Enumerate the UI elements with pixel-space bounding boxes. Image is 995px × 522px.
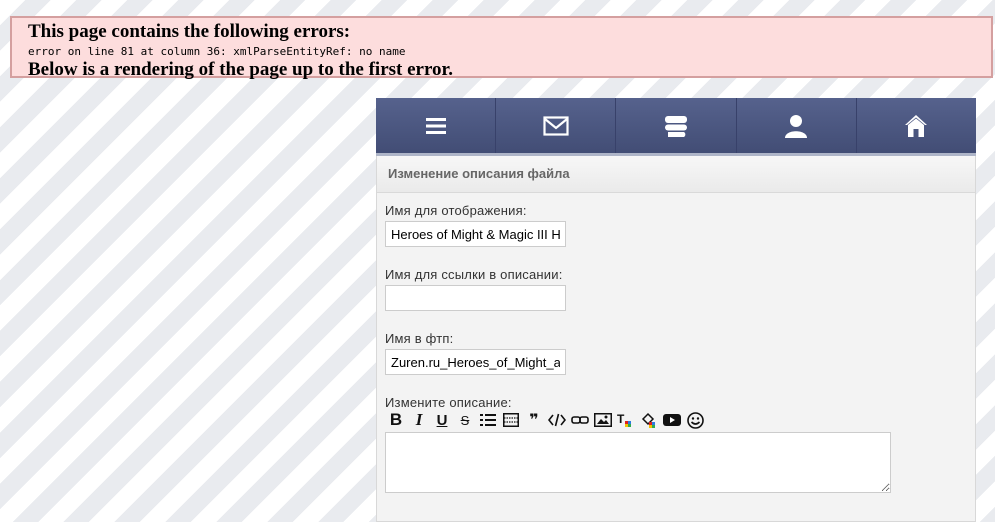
menu-icon bbox=[425, 117, 446, 134]
link-name-label: Имя для ссылки в описании: bbox=[385, 267, 563, 282]
chat-icon bbox=[665, 115, 687, 137]
top-navigation bbox=[376, 98, 976, 156]
panel-title: Изменение описания файла bbox=[377, 156, 975, 193]
code-icon[interactable] bbox=[547, 411, 567, 429]
mail-icon bbox=[543, 115, 569, 136]
user-icon bbox=[785, 114, 808, 138]
edit-description-panel: Изменение описания файла Имя для отображ… bbox=[376, 156, 976, 522]
nav-mail-button[interactable] bbox=[496, 98, 617, 153]
home-icon bbox=[905, 114, 928, 137]
smiley-icon[interactable] bbox=[685, 411, 705, 429]
link-icon[interactable] bbox=[570, 411, 590, 429]
background-color-icon[interactable] bbox=[639, 411, 659, 429]
ftp-name-input[interactable] bbox=[385, 349, 566, 375]
list-icon[interactable] bbox=[478, 411, 498, 429]
display-name-label: Имя для отображения: bbox=[385, 203, 527, 218]
strikethrough-icon[interactable]: S bbox=[455, 411, 475, 429]
svg-text:T: T bbox=[617, 412, 625, 426]
edit-form: Имя для отображения: Имя для ссылки в оп… bbox=[377, 193, 975, 503]
video-icon[interactable] bbox=[662, 411, 682, 429]
table-icon[interactable] bbox=[501, 411, 521, 429]
display-name-input[interactable] bbox=[385, 221, 566, 247]
description-textarea[interactable] bbox=[385, 432, 891, 493]
underline-icon[interactable]: U bbox=[432, 411, 452, 429]
nav-chat-button[interactable] bbox=[616, 98, 737, 153]
image-icon[interactable] bbox=[593, 411, 613, 429]
error-heading: This page contains the following errors: bbox=[28, 21, 351, 42]
app-container: Изменение описания файла Имя для отображ… bbox=[376, 98, 976, 522]
description-label: Измените описание: bbox=[385, 395, 512, 410]
nav-profile-button[interactable] bbox=[737, 98, 857, 153]
italic-icon[interactable]: I bbox=[409, 410, 429, 429]
bold-icon[interactable]: B bbox=[386, 410, 406, 429]
nav-home-button[interactable] bbox=[857, 98, 976, 153]
text-color-icon[interactable]: T bbox=[616, 411, 636, 429]
quote-icon[interactable]: ❞ bbox=[524, 411, 544, 429]
ftp-name-label: Имя в фтп: bbox=[385, 331, 454, 346]
error-footer: Below is a rendering of the page up to t… bbox=[28, 59, 453, 80]
nav-menu-button[interactable] bbox=[376, 98, 497, 153]
link-name-input[interactable] bbox=[385, 285, 566, 311]
xml-error-box: This page contains the following errors:… bbox=[10, 16, 993, 80]
editor-toolbar: B I U S ❞ T bbox=[386, 410, 967, 429]
error-message: error on line 81 at column 36: xmlParseE… bbox=[28, 45, 406, 58]
